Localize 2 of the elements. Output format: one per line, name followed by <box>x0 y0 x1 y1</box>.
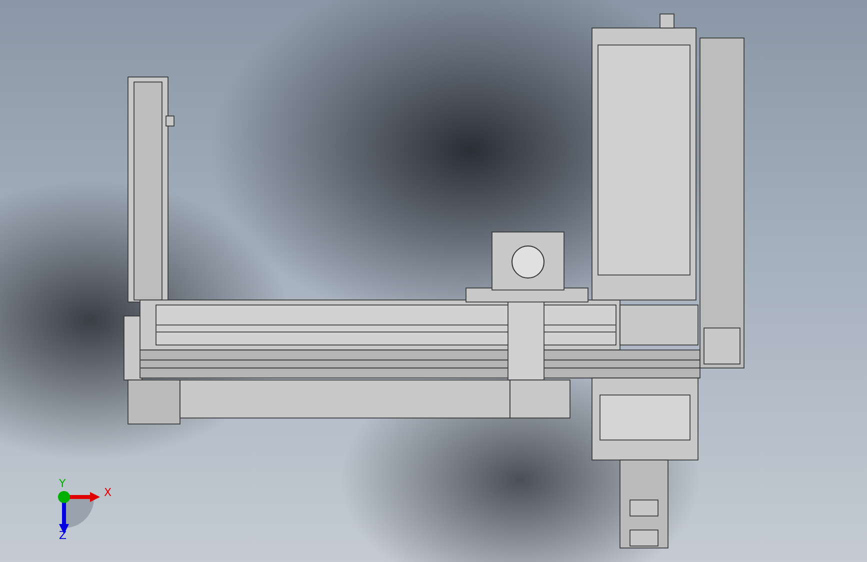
axis-label: Y <box>59 478 66 489</box>
axis-label: X <box>104 487 112 498</box>
